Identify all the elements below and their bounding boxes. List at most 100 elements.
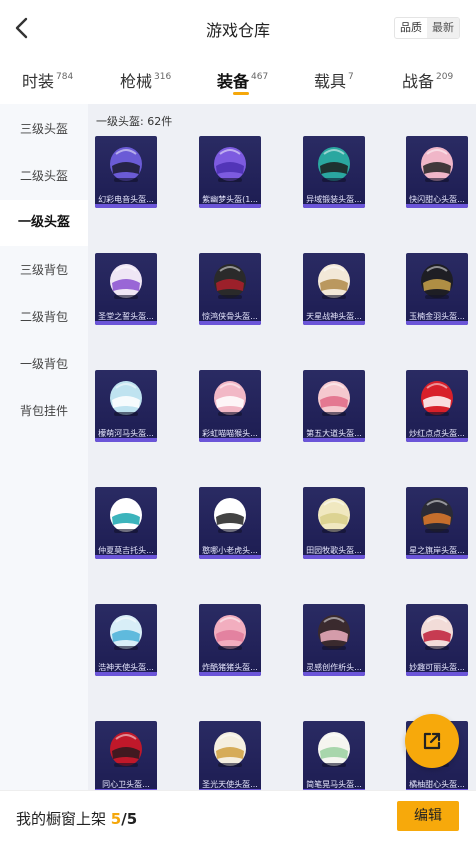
rarity-strip xyxy=(199,204,261,208)
helmet-icon xyxy=(318,732,350,767)
rarity-strip xyxy=(406,204,468,208)
rarity-strip xyxy=(95,438,157,442)
rarity-strip xyxy=(199,672,261,676)
item-card[interactable]: 幻彩电音头盔... xyxy=(95,136,157,208)
showcase-status: 我的橱窗上架 5/5 xyxy=(16,808,137,829)
item-card[interactable]: 紫幽梦头盔(1... xyxy=(199,136,261,208)
rarity-strip xyxy=(406,321,468,325)
item-card[interactable]: 同心卫头盔... xyxy=(95,721,157,790)
helmet-icon xyxy=(214,498,246,533)
item-card[interactable]: 炸酷猪猪头盔... xyxy=(199,604,261,676)
helmet-icon xyxy=(421,381,453,416)
tab-label: 载具 xyxy=(314,72,347,91)
helmet-icon xyxy=(318,615,350,650)
rarity-strip xyxy=(303,555,365,559)
helmet-icon xyxy=(214,264,246,299)
helmet-icon xyxy=(421,264,453,299)
helmet-icon xyxy=(214,615,246,650)
rarity-strip xyxy=(406,672,468,676)
sidebar-item-level2-helmet[interactable]: 二级头盔 xyxy=(0,153,88,199)
tab-fashion[interactable]: 时装 784 xyxy=(22,68,73,92)
item-card[interactable]: 玉楠金羽头盔... xyxy=(406,253,468,325)
showcase-total-count: /5 xyxy=(121,810,138,828)
tab-count: 7 xyxy=(348,72,354,82)
item-card[interactable]: 炒红点点头盔... xyxy=(406,370,468,442)
sort-latest-button[interactable]: 最新 xyxy=(427,18,459,38)
item-grid-panel: 一级头盔: 62件 幻彩电音头盔... 紫幽梦头盔(1... 异域锻装头盔... 快闪… xyxy=(88,104,476,790)
sidebar: 三级头盔 二级头盔 一级头盔 三级背包 二级背包 一级背包 背包挂件 xyxy=(0,104,88,790)
helmet-icon xyxy=(318,147,350,182)
helmet-icon xyxy=(110,615,142,650)
tab-supplies[interactable]: 战备 209 xyxy=(402,68,453,92)
item-card[interactable]: 田园牧歌头盔... xyxy=(303,487,365,559)
rarity-strip xyxy=(199,321,261,325)
share-button[interactable] xyxy=(405,714,459,768)
helmet-icon xyxy=(421,498,453,533)
item-card[interactable]: 妙趣可丽头盔... xyxy=(406,604,468,676)
tab-count: 467 xyxy=(251,72,269,82)
sidebar-item-level1-helmet[interactable]: 一级头盔 xyxy=(0,200,88,246)
helmet-icon xyxy=(110,264,142,299)
tab-count: 209 xyxy=(436,72,454,82)
sidebar-item-level2-backpack[interactable]: 二级背包 xyxy=(0,294,88,340)
sort-toggle: 品质 最新 xyxy=(394,17,460,39)
sidebar-item-level1-backpack[interactable]: 一级背包 xyxy=(0,341,88,387)
rarity-strip xyxy=(95,672,157,676)
item-card[interactable]: 仲夏莫吉托头... xyxy=(95,487,157,559)
item-card[interactable]: 憨哪小老虎头... xyxy=(199,487,261,559)
rarity-strip xyxy=(303,321,365,325)
external-link-icon xyxy=(423,732,441,750)
item-card[interactable]: 星之旗岸头盔... xyxy=(406,487,468,559)
helmet-icon xyxy=(110,147,142,182)
sidebar-item-backpack-charm[interactable]: 背包挂件 xyxy=(0,388,88,434)
rarity-strip xyxy=(95,321,157,325)
helmet-icon xyxy=(110,381,142,416)
helmet-icon xyxy=(421,147,453,182)
helmet-icon xyxy=(318,264,350,299)
helmet-icon xyxy=(318,498,350,533)
rarity-strip xyxy=(95,555,157,559)
tab-vehicles[interactable]: 载具 7 xyxy=(314,68,354,92)
item-card[interactable]: 天星战神头盔... xyxy=(303,253,365,325)
item-card[interactable]: 异域锻装头盔... xyxy=(303,136,365,208)
showcase-footer: 我的橱窗上架 5/5 编辑 xyxy=(0,790,476,843)
helmet-icon xyxy=(214,732,246,767)
tab-label: 装备 xyxy=(217,72,250,91)
item-card[interactable]: 圣堂之誓头盔... xyxy=(95,253,157,325)
item-card[interactable]: 彩虹喵喵猴头... xyxy=(199,370,261,442)
item-card[interactable]: 惊鸿侠骨头盔... xyxy=(199,253,261,325)
tab-equipment[interactable]: 装备 467 xyxy=(217,68,268,92)
rarity-strip xyxy=(199,555,261,559)
item-card[interactable]: 浩神天使头盔... xyxy=(95,604,157,676)
edit-button[interactable]: 编辑 xyxy=(397,801,459,831)
rarity-strip xyxy=(199,438,261,442)
rarity-strip xyxy=(95,204,157,208)
tab-count: 784 xyxy=(56,72,74,82)
item-card[interactable]: 简笔晃马头盔... xyxy=(303,721,365,790)
helmet-icon xyxy=(214,147,246,182)
sidebar-item-level3-helmet[interactable]: 三级头盔 xyxy=(0,106,88,152)
tab-count: 316 xyxy=(154,72,172,82)
tab-guns[interactable]: 枪械 316 xyxy=(120,68,171,92)
item-card[interactable]: 灵感创作析头... xyxy=(303,604,365,676)
helmet-icon xyxy=(110,732,142,767)
helmet-icon xyxy=(421,615,453,650)
rarity-strip xyxy=(303,672,365,676)
item-card[interactable]: 圣光天使头盔... xyxy=(199,721,261,790)
category-tabs: 时装 784 枪械 316 装备 467 载具 7 战备 209 xyxy=(0,56,476,102)
item-card[interactable]: 快闪甜心头盔... xyxy=(406,136,468,208)
sort-quality-button[interactable]: 品质 xyxy=(395,18,427,38)
item-card[interactable]: 檬萌河马头盔... xyxy=(95,370,157,442)
rarity-strip xyxy=(406,555,468,559)
rarity-strip xyxy=(303,438,365,442)
item-card[interactable]: 第五大道头盔... xyxy=(303,370,365,442)
tab-label: 时装 xyxy=(22,72,55,91)
sidebar-item-level3-backpack[interactable]: 三级背包 xyxy=(0,247,88,293)
helmet-icon xyxy=(110,498,142,533)
header: 游戏仓库 品质 最新 xyxy=(0,0,476,56)
helmet-icon xyxy=(214,381,246,416)
showcase-label: 我的橱窗上架 xyxy=(16,810,107,828)
rarity-strip xyxy=(406,438,468,442)
showcase-current-count: 5 xyxy=(110,810,122,828)
rarity-strip xyxy=(303,204,365,208)
